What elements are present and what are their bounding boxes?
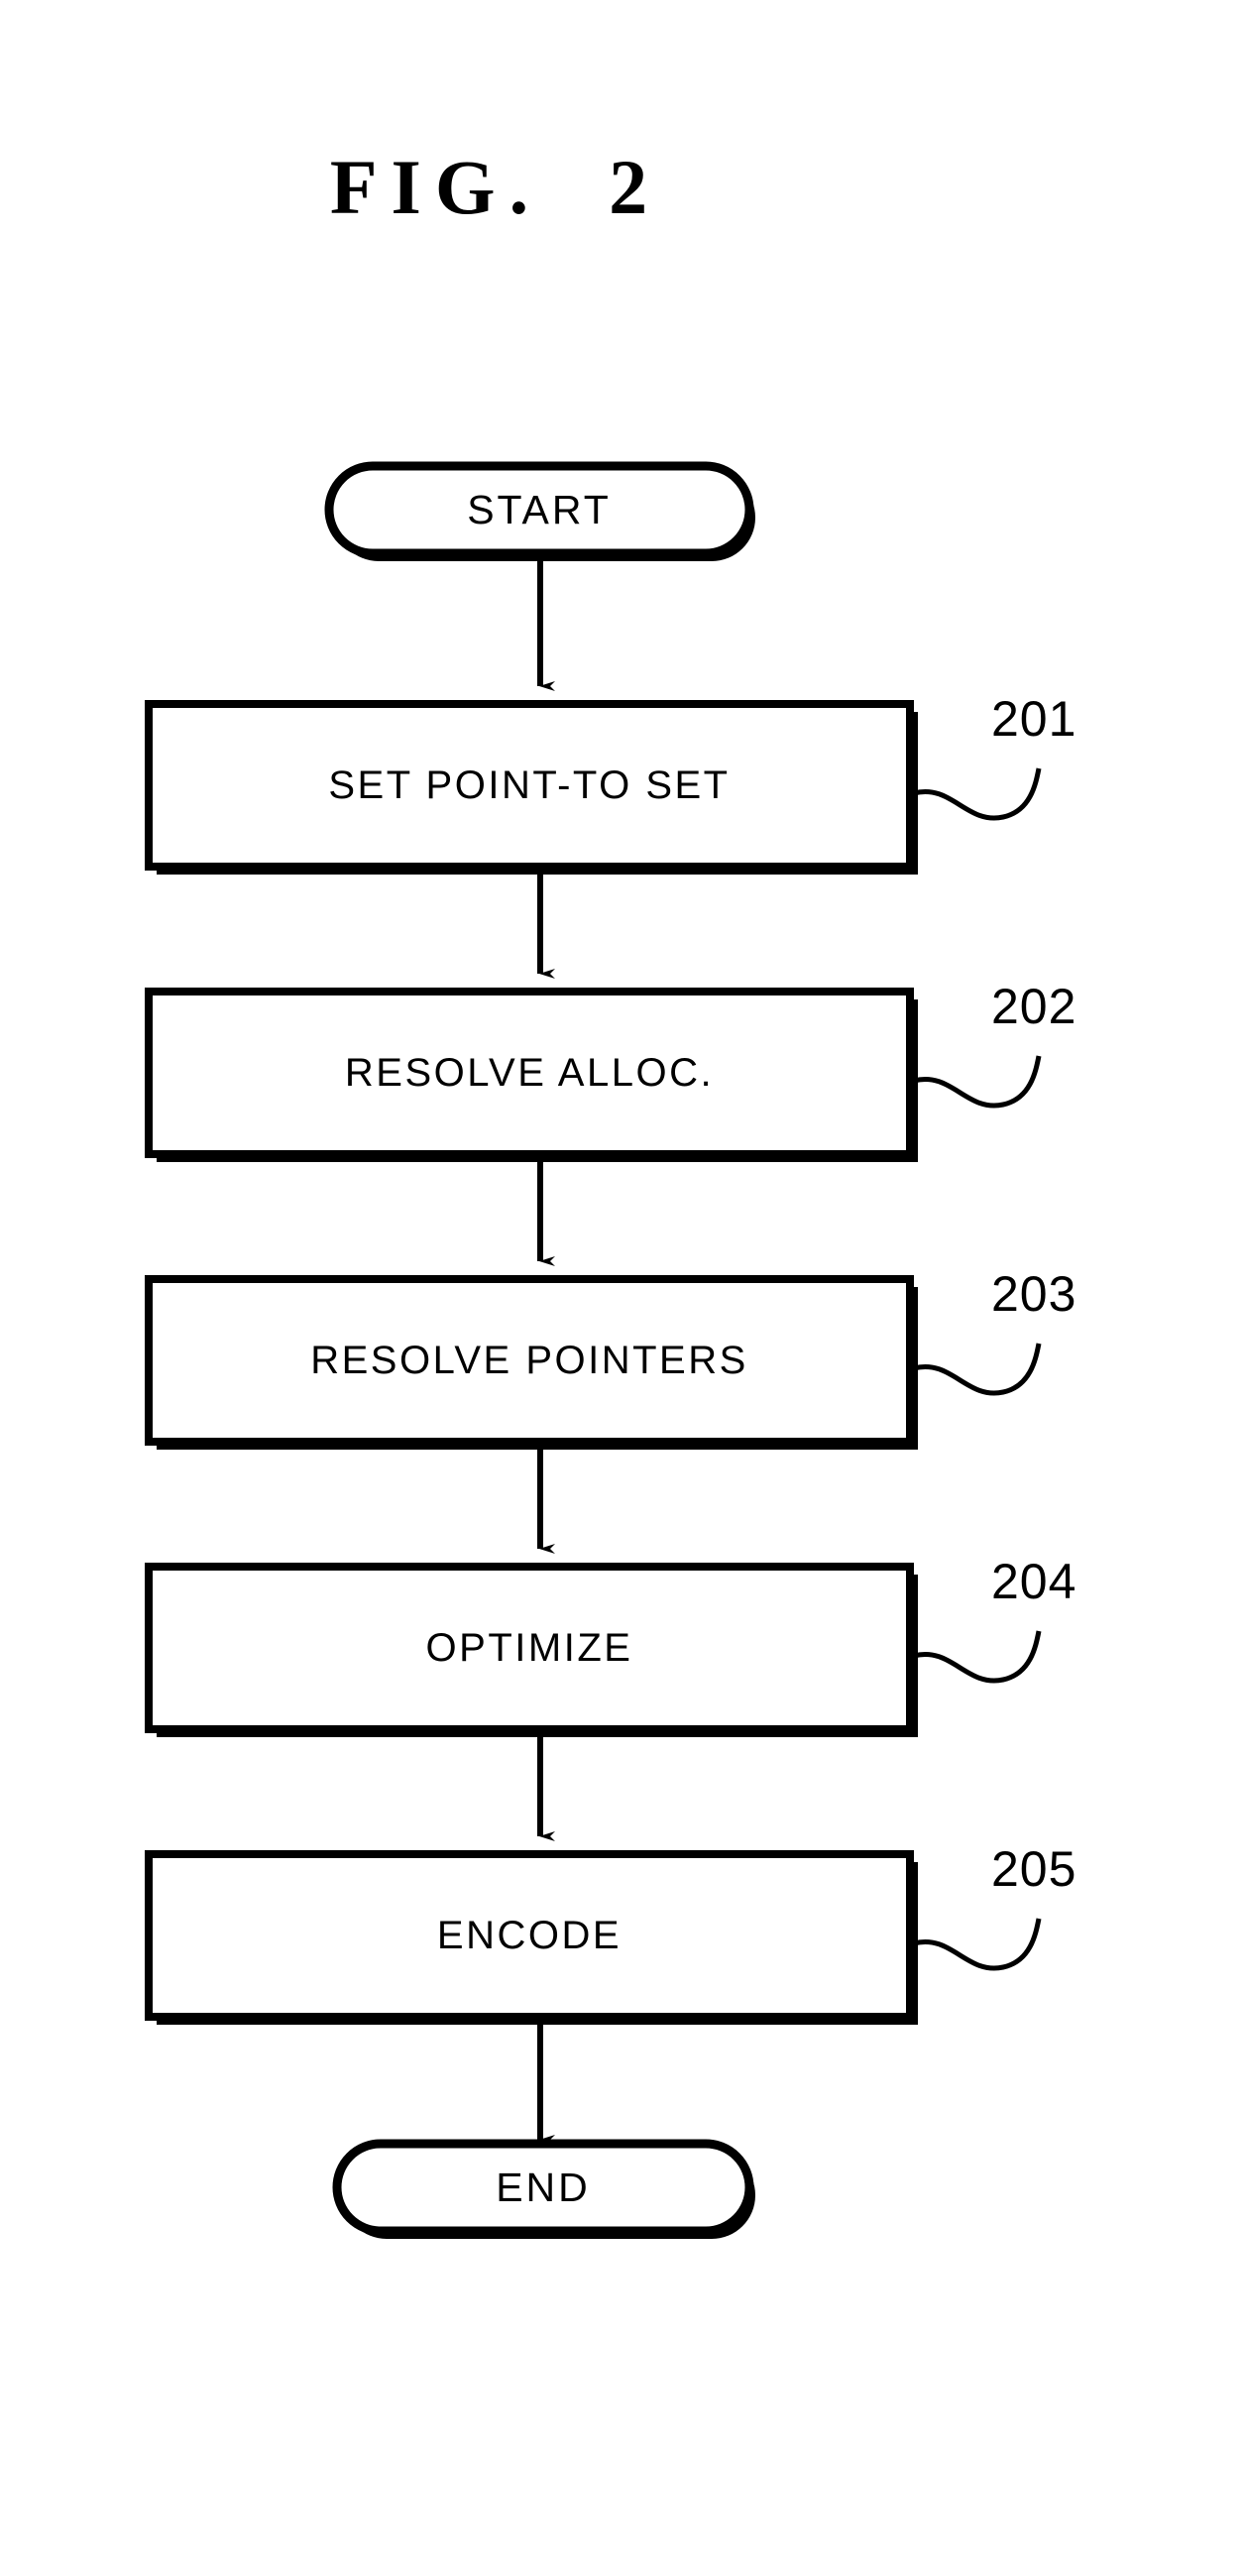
step-label-201: SET POINT-TO SET xyxy=(328,763,731,807)
reference-number-202: 202 xyxy=(991,979,1077,1034)
step-label-204: OPTIMIZE xyxy=(425,1626,633,1670)
reference-leader-202 xyxy=(913,1055,1042,1109)
reference-leader-205 xyxy=(913,1918,1042,1971)
step-label-202: RESOLVE ALLOC. xyxy=(344,1051,715,1095)
step-label-203: RESOLVE POINTERS xyxy=(310,1339,748,1382)
reference-number-205: 205 xyxy=(991,1841,1077,1897)
start-terminal-label: START xyxy=(467,487,612,532)
reference-leader-203 xyxy=(913,1343,1042,1396)
reference-number-204: 204 xyxy=(991,1554,1077,1609)
reference-number-201: 201 xyxy=(991,691,1077,747)
step-label-205: ENCODE xyxy=(436,1914,622,1957)
end-terminal-label: END xyxy=(496,2165,591,2210)
figure-page: FIG. 2 START SET POINT-TO SET 201 RESOLV… xyxy=(0,0,1245,2576)
reference-leader-204 xyxy=(913,1630,1042,1684)
reference-leader-201 xyxy=(913,767,1042,821)
reference-number-203: 203 xyxy=(991,1266,1077,1322)
